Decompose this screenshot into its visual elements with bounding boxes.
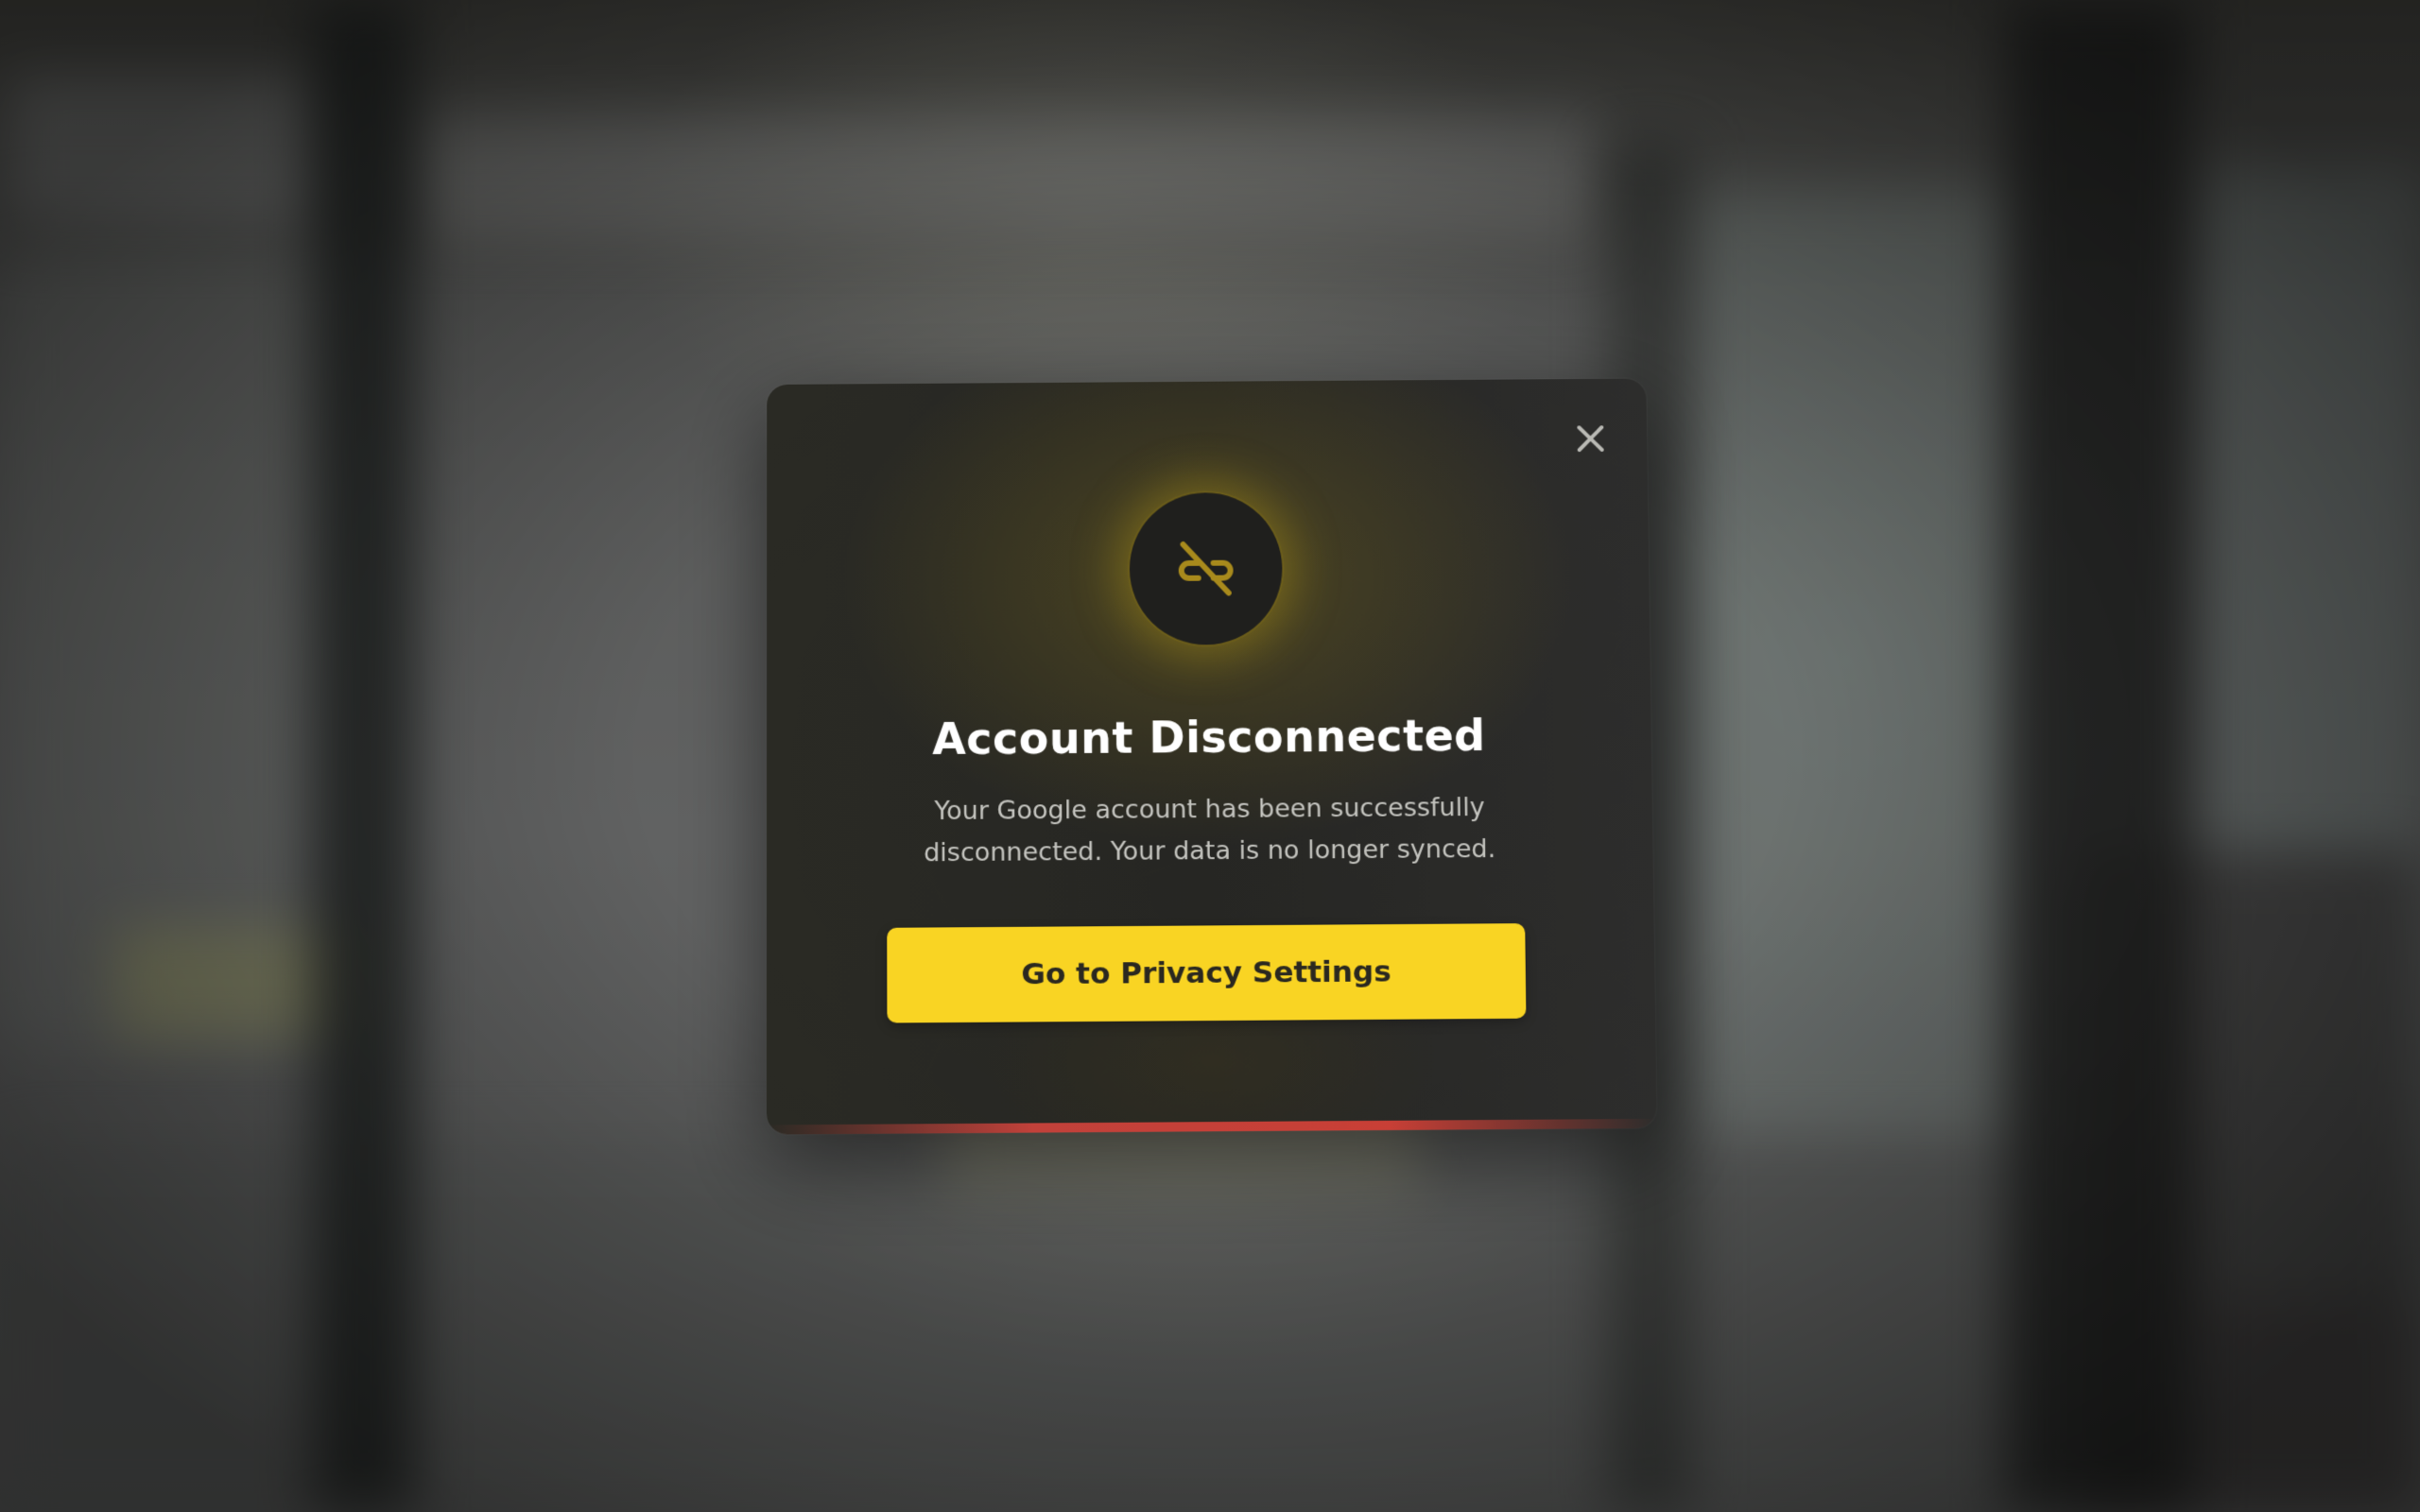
privacy-settings-button[interactable]: Go to Privacy Settings [887,923,1527,1023]
close-icon [1573,421,1607,455]
disconnect-dialog: Account Disconnected Your Google account… [766,378,1657,1135]
status-icon-badge [1129,491,1284,645]
dialog-title: Account Disconnected [932,710,1486,765]
close-button[interactable] [1567,416,1613,461]
dialog-message: Your Google account has been successfull… [924,792,1496,868]
link-broken-icon [1172,535,1240,603]
